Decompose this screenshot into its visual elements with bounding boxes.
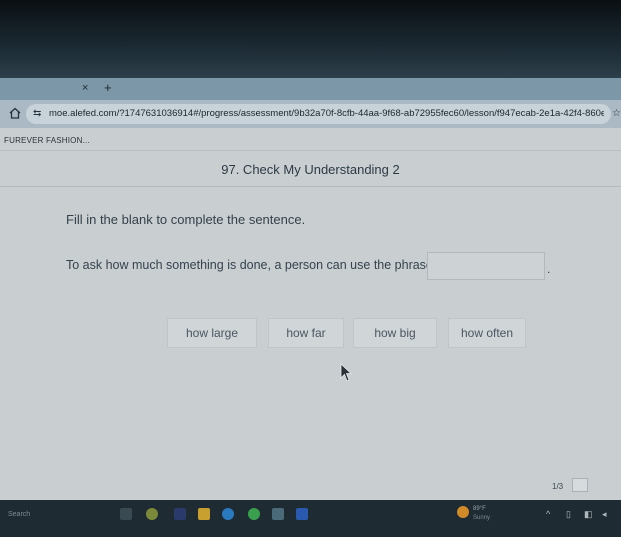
divider	[0, 150, 621, 151]
word-icon[interactable]	[296, 508, 308, 520]
new-tab-button[interactable]: +	[104, 80, 112, 95]
choice-how-big[interactable]: how big	[353, 318, 437, 348]
taskbar	[0, 500, 621, 537]
app-icon[interactable]	[174, 508, 186, 520]
tray-volume-icon[interactable]: ◂	[602, 509, 607, 520]
weather-temperature[interactable]: 89°F	[473, 506, 486, 512]
choice-how-often[interactable]: how often	[448, 318, 526, 348]
choice-how-large[interactable]: how large	[167, 318, 257, 348]
tray-app-icon[interactable]: ▯	[566, 509, 571, 520]
tray-chevron-icon[interactable]: ^	[546, 509, 550, 519]
file-explorer-icon[interactable]	[198, 508, 210, 520]
tab-close-button[interactable]: ×	[82, 82, 88, 94]
lesson-page	[0, 128, 621, 500]
chrome-browser-icon[interactable]	[248, 508, 260, 520]
site-settings-icon[interactable]: ⇆	[33, 108, 41, 119]
choice-how-far[interactable]: how far	[268, 318, 344, 348]
breadcrumb[interactable]: FUREVER FASHION...	[4, 136, 90, 145]
taskbar-search[interactable]: Search	[8, 511, 30, 518]
question-pager: 1/3	[552, 482, 564, 491]
store-icon[interactable]	[272, 508, 284, 520]
question-prompt: To ask how much something is done, a per…	[66, 258, 433, 272]
browser-tab-strip	[0, 78, 621, 100]
url-text[interactable]: moe.alefed.com/?1747631036914#/progress/…	[49, 108, 604, 119]
weather-description[interactable]: Sunny	[473, 515, 490, 521]
task-view-icon[interactable]	[120, 508, 132, 520]
widget-icon[interactable]	[146, 508, 158, 520]
question-instructions: Fill in the blank to complete the senten…	[66, 212, 306, 227]
monitor-bezel	[0, 0, 621, 78]
page-title: 97. Check My Understanding 2	[221, 162, 400, 177]
pager-next-button[interactable]	[572, 478, 588, 492]
mouse-cursor-icon	[340, 363, 353, 382]
tray-network-icon[interactable]: ◧	[584, 509, 593, 520]
prompt-period: .	[547, 262, 551, 276]
home-icon[interactable]	[8, 106, 22, 120]
weather-sun-icon[interactable]	[457, 506, 469, 518]
edge-browser-icon[interactable]	[222, 508, 234, 520]
bookmark-star-icon[interactable]: ☆	[612, 108, 621, 119]
answer-blank-dropzone[interactable]	[427, 252, 545, 280]
divider	[0, 186, 621, 187]
